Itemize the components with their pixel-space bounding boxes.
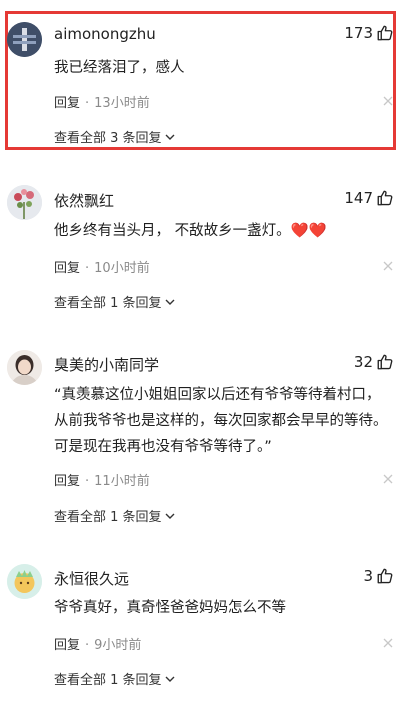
- comment-text: 爷爷真好，真奇怪爸爸妈妈怎么不等: [54, 600, 286, 616]
- like-count: 32: [353, 353, 373, 371]
- thumbs-up-icon: [377, 190, 393, 206]
- timestamp: 13小时前: [94, 96, 150, 111]
- comment-text: 他乡终有当头月， 不敌故乡一盏灯。❤️❤️: [54, 223, 327, 239]
- separator-dot: ·: [85, 96, 90, 111]
- chevron-down-icon: [165, 299, 175, 305]
- reply-button[interactable]: 回复: [54, 261, 80, 276]
- view-all-replies[interactable]: 查看全部 1 条回复: [54, 506, 176, 525]
- comment-item: 依然飘红 147 他乡终有当头月， 不敌故乡一盏灯。❤️❤️ 回复 · 10小时前 …: [0, 160, 406, 332]
- close-icon[interactable]: [382, 473, 394, 485]
- view-all-replies[interactable]: 查看全部 1 条回复: [54, 292, 176, 311]
- thumbs-up-icon: [377, 568, 393, 584]
- view-all-replies-label: 查看全部 1 条回复: [54, 510, 162, 525]
- thumbs-up-icon: [377, 25, 393, 41]
- username[interactable]: 臭美的小南同学: [54, 354, 159, 375]
- username[interactable]: 永恒很久远: [54, 568, 129, 589]
- comment-meta: 回复 · 9小时前: [54, 634, 141, 653]
- like-button[interactable]: 32: [354, 353, 394, 371]
- close-icon[interactable]: [382, 260, 394, 272]
- reply-button[interactable]: 回复: [54, 638, 80, 653]
- timestamp: 11小时前: [94, 474, 150, 489]
- close-icon[interactable]: [382, 637, 394, 649]
- avatar[interactable]: [7, 350, 42, 385]
- view-all-replies-label: 查看全部 1 条回复: [54, 673, 162, 688]
- comment-text: “真羡慕这位小姐姐回家以后还有爷爷等待着村口，从前我爷爷也是这样的，每次回家都会…: [54, 387, 388, 455]
- chevron-down-icon: [165, 676, 175, 682]
- comment-text: 我已经落泪了，感人: [54, 60, 185, 76]
- comment-meta: 回复 · 11小时前: [54, 470, 150, 489]
- view-all-replies[interactable]: 查看全部 3 条回复: [54, 127, 176, 146]
- avatar[interactable]: [7, 185, 42, 220]
- separator-dot: ·: [85, 474, 90, 489]
- comment-meta: 回复 · 13小时前: [54, 92, 150, 111]
- timestamp: 9小时前: [94, 638, 142, 653]
- like-count: 173: [344, 24, 373, 42]
- comment-meta: 回复 · 10小时前: [54, 257, 150, 276]
- chevron-down-icon: [165, 513, 175, 519]
- thumbs-up-icon: [377, 354, 393, 370]
- comment-item: aimonongzhu 173 我已经落泪了，感人 回复 · 13小时前 查看全部 …: [0, 0, 406, 160]
- view-all-replies-label: 查看全部 1 条回复: [54, 296, 162, 311]
- reply-button[interactable]: 回复: [54, 474, 80, 489]
- comment-item: 永恒很久远 3 爷爷真好，真奇怪爸爸妈妈怎么不等 回复 · 9小时前 查看全部 1 …: [0, 542, 406, 703]
- reply-button[interactable]: 回复: [54, 96, 80, 111]
- avatar[interactable]: [7, 22, 42, 57]
- comment-item: 臭美的小南同学 32 “真羡慕这位小姐姐回家以后还有爷爷等待着村口，从前我爷爷也…: [0, 332, 406, 542]
- like-count: 147: [344, 189, 373, 207]
- separator-dot: ·: [85, 638, 90, 653]
- separator-dot: ·: [85, 261, 90, 276]
- view-all-replies[interactable]: 查看全部 1 条回复: [54, 669, 176, 688]
- chevron-down-icon: [165, 134, 175, 140]
- view-all-replies-label: 查看全部 3 条回复: [54, 131, 162, 146]
- like-button[interactable]: 173: [344, 24, 394, 42]
- close-icon[interactable]: [382, 95, 394, 107]
- like-button[interactable]: 3: [363, 567, 394, 585]
- timestamp: 10小时前: [94, 261, 150, 276]
- username[interactable]: 依然飘红: [54, 190, 114, 211]
- avatar[interactable]: [7, 564, 42, 599]
- like-button[interactable]: 147: [344, 189, 394, 207]
- like-count: 3: [363, 567, 373, 585]
- username[interactable]: aimonongzhu: [54, 25, 156, 43]
